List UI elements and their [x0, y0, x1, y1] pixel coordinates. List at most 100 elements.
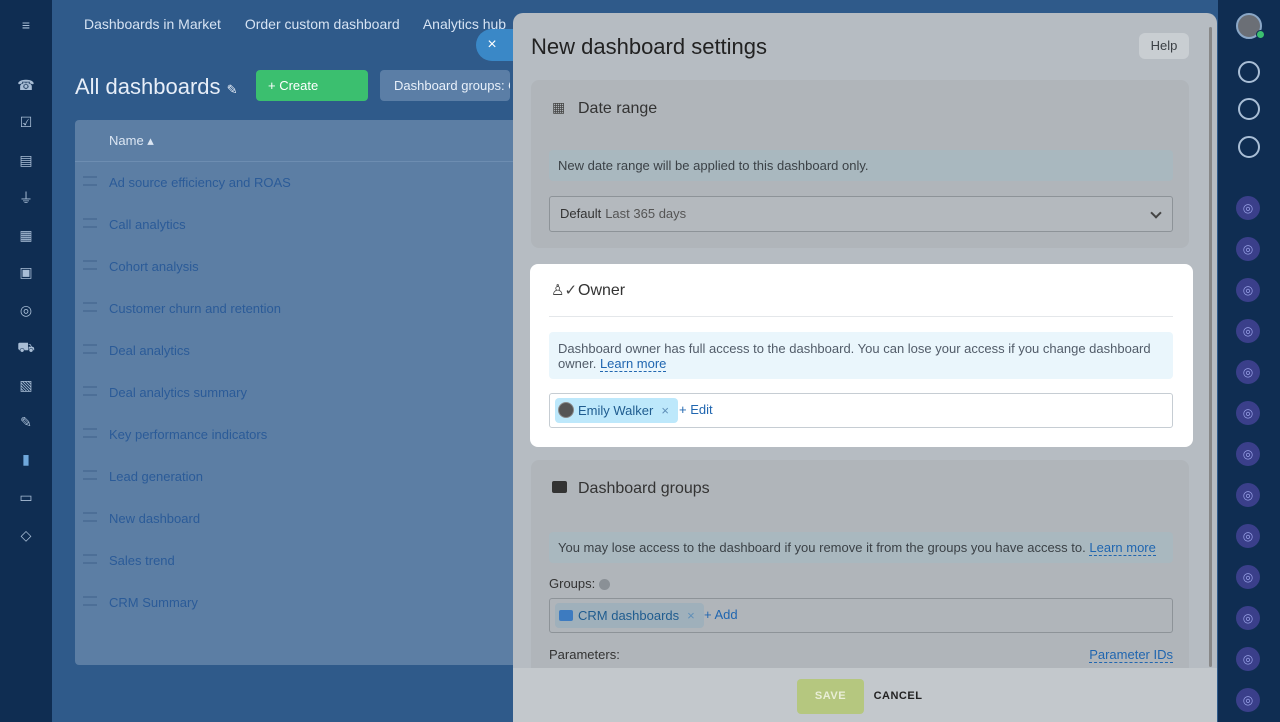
panel-footer: SAVE CANCEL	[513, 668, 1217, 722]
app-icon[interactable]: ◎	[1236, 237, 1260, 261]
app-icon[interactable]: ◎	[1236, 688, 1260, 712]
right-sidebar: ◎ ◎ ◎ ◎ ◎ ◎ ◎ ◎ ◎ ◎ ◎ ◎ ◎	[1218, 0, 1280, 722]
app-icon[interactable]: ◎	[1236, 606, 1260, 630]
drag-handle-icon[interactable]	[83, 344, 97, 354]
online-status-icon	[1256, 30, 1265, 39]
table-row[interactable]: Lead generation	[75, 456, 535, 498]
close-panel-button[interactable]: ×	[476, 29, 516, 61]
drag-handle-icon[interactable]	[83, 176, 97, 186]
owner-learn-more-link[interactable]: Learn more	[599, 356, 667, 372]
panel-title: New dashboard settings	[531, 34, 768, 59]
inbox-icon[interactable]: ▭	[17, 488, 35, 506]
table-row[interactable]: Cohort analysis	[75, 246, 535, 288]
table-row[interactable]: Key performance indicators	[75, 414, 535, 456]
date-range-sub: Last 365 days	[605, 206, 687, 221]
store-icon[interactable]: ▣	[17, 263, 35, 281]
help-icon[interactable]	[598, 579, 610, 591]
drag-handle-icon[interactable]	[83, 596, 97, 606]
pen-icon[interactable]: ✎	[17, 413, 35, 431]
calendar-icon[interactable]: ▦	[17, 226, 35, 244]
owner-field[interactable]: Emily Walker × + Edit	[549, 393, 1173, 428]
copilot-icon[interactable]	[1238, 98, 1260, 120]
table-row[interactable]: Ad source efficiency and ROAS	[75, 162, 535, 204]
app-icon[interactable]: ◎	[1236, 196, 1260, 220]
app-icon[interactable]: ◎	[1236, 401, 1260, 425]
document-icon[interactable]: ▧	[17, 376, 35, 394]
drag-handle-icon[interactable]	[83, 302, 97, 312]
group-chip: CRM dashboards ×	[555, 603, 704, 628]
messages-icon[interactable]: ▤	[17, 151, 35, 169]
analytics-icon[interactable]: ▮	[17, 450, 35, 468]
groups-label: Groups:	[549, 576, 610, 591]
groups-info: You may lose access to the dashboard if …	[549, 532, 1173, 563]
table-row[interactable]: New dashboard	[75, 498, 535, 540]
folder-icon	[559, 610, 573, 621]
app-icon[interactable]: ◎	[1236, 278, 1260, 302]
chat-icon[interactable]	[1238, 136, 1260, 158]
date-range-value: Default	[560, 206, 602, 221]
folder-icon	[552, 481, 567, 493]
table-row[interactable]: Customer churn and retention	[75, 288, 535, 330]
groups-title: Dashboard groups	[578, 480, 710, 497]
edit-owner-link[interactable]: + Edit	[679, 402, 713, 417]
left-sidebar: ≡ ☎ ☑ ▤ ⏚ ▦ ▣ ◎ ⛟ ▧ ✎ ▮ ▭ ◇	[0, 0, 52, 722]
cart-icon[interactable]: ⛟	[17, 338, 35, 356]
date-range-title: Date range	[578, 100, 658, 117]
drag-handle-icon[interactable]	[83, 470, 97, 480]
app-icon[interactable]: ◎	[1236, 442, 1260, 466]
groups-learn-more-link[interactable]: Learn more	[1089, 540, 1156, 556]
tasks-icon[interactable]: ☑	[17, 113, 35, 131]
date-range-select[interactable]: Default Last 365 days	[549, 196, 1173, 232]
app-icon[interactable]: ◎	[1236, 360, 1260, 384]
table-header[interactable]: Name ▴	[75, 120, 535, 162]
owner-info: Dashboard owner has full access to the d…	[549, 332, 1173, 379]
remove-group-icon[interactable]: ×	[687, 608, 695, 623]
topnav-item-market[interactable]: Dashboards in Market	[84, 16, 221, 32]
drag-handle-icon[interactable]	[83, 386, 97, 396]
app-icon[interactable]: ◎	[1236, 647, 1260, 671]
topnav-item-order[interactable]: Order custom dashboard	[245, 16, 400, 32]
remove-owner-icon[interactable]: ×	[661, 403, 669, 418]
app-icon[interactable]: ◎	[1236, 524, 1260, 548]
app-icon[interactable]: ◎	[1236, 483, 1260, 507]
drag-handle-icon[interactable]	[83, 428, 97, 438]
drag-handle-icon[interactable]	[83, 512, 97, 522]
app-icon[interactable]: ◎	[1236, 319, 1260, 343]
owner-chip: Emily Walker ×	[555, 398, 678, 423]
box-icon[interactable]: ◇	[17, 526, 35, 544]
parameters-label: Parameters:	[549, 647, 620, 662]
panel-scrollbar[interactable]	[1209, 27, 1212, 667]
save-button[interactable]: SAVE	[797, 679, 864, 714]
target-icon[interactable]: ◎	[17, 301, 35, 319]
table-row[interactable]: Deal analytics summary	[75, 372, 535, 414]
app-icon[interactable]: ◎	[1236, 565, 1260, 589]
menu-icon[interactable]: ≡	[17, 16, 35, 34]
groups-field[interactable]: CRM dashboards × + Add	[549, 598, 1173, 633]
date-range-info: New date range will be applied to this d…	[549, 150, 1173, 181]
chevron-down-icon	[1150, 207, 1162, 219]
filter-icon[interactable]: ⏚	[17, 189, 35, 207]
table-row[interactable]: CRM Summary	[75, 582, 535, 624]
avatar	[558, 402, 574, 418]
edit-title-icon[interactable]: ✎	[227, 82, 238, 97]
page-title: All dashboards ✎	[75, 74, 238, 99]
contacts-icon[interactable]: ☎	[17, 76, 35, 94]
date-range-card: ▦ Date range New date range will be appl…	[531, 80, 1189, 248]
top-navigation: Dashboards in Market Order custom dashbo…	[84, 16, 526, 32]
parameter-ids-link[interactable]: Parameter IDs	[1089, 647, 1173, 663]
cancel-button[interactable]: CANCEL	[873, 679, 923, 714]
close-icon: ×	[487, 36, 497, 53]
dashboard-groups-card: Dashboard groups You may lose access to …	[531, 460, 1189, 680]
drag-handle-icon[interactable]	[83, 260, 97, 270]
groups-filter-button[interactable]: Dashboard groups: C	[380, 70, 510, 101]
help-button[interactable]: Help	[1139, 33, 1189, 59]
bell-icon[interactable]	[1238, 61, 1260, 83]
create-button[interactable]: + Create	[256, 70, 368, 101]
table-row[interactable]: Deal analytics	[75, 330, 535, 372]
table-row[interactable]: Sales trend	[75, 540, 535, 582]
drag-handle-icon[interactable]	[83, 554, 97, 564]
owner-card: ♙✓ Owner Dashboard owner has full access…	[530, 264, 1193, 447]
drag-handle-icon[interactable]	[83, 218, 97, 228]
add-group-link[interactable]: + Add	[704, 607, 738, 622]
table-row[interactable]: Call analytics	[75, 204, 535, 246]
